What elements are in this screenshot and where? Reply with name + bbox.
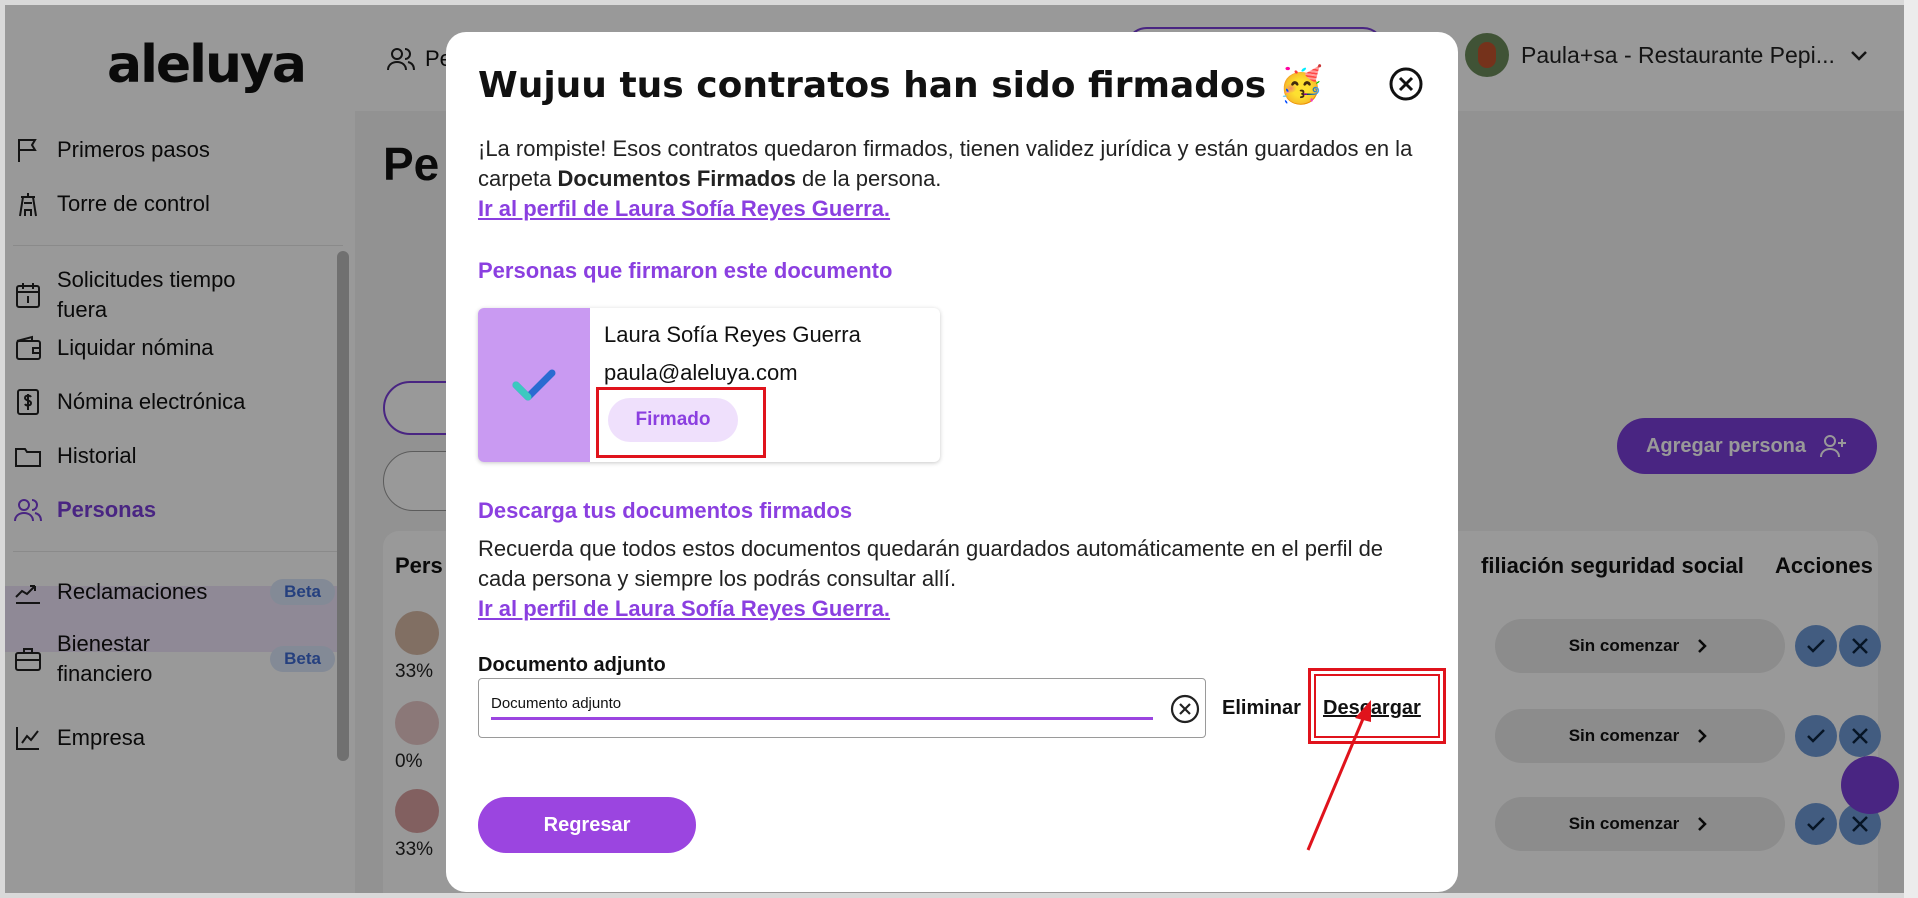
intro-folder-name: Documentos Firmados (557, 166, 796, 191)
modal-title: Wujuu tus contratos han sido firmados 🥳 (478, 65, 1324, 106)
attachment-value: Documento adjunto (491, 695, 622, 712)
close-circle-icon (1170, 694, 1200, 724)
profile-link[interactable]: Ir al perfil de Laura Sofía Reyes Guerra… (478, 196, 890, 221)
profile-link[interactable]: Ir al perfil de Laura Sofía Reyes Guerra… (478, 596, 890, 621)
highlight-box-inner (1314, 674, 1440, 738)
highlight-box (596, 387, 766, 458)
profile-link-row: Ir al perfil de Laura Sofía Reyes Guerra… (478, 194, 1428, 224)
back-button[interactable]: Regresar (478, 797, 696, 853)
window-scrollbar[interactable] (1904, 0, 1918, 898)
highlight-box (1308, 668, 1446, 744)
signer-card-side (478, 308, 590, 462)
close-circle-icon (1389, 67, 1423, 101)
signers-heading: Personas que firmaron este documento (478, 258, 893, 283)
clear-attachment-button[interactable] (1169, 693, 1201, 725)
attachment-field[interactable]: Documento adjunto (478, 678, 1206, 738)
check-icon (512, 369, 556, 401)
signed-contracts-modal: Wujuu tus contratos han sido firmados 🥳 … (446, 32, 1458, 892)
profile-link-row: Ir al perfil de Laura Sofía Reyes Guerra… (478, 594, 1428, 624)
download-heading: Descarga tus documentos firmados (478, 498, 853, 523)
modal-intro: ¡La rompiste! Esos contratos quedaron fi… (478, 134, 1428, 194)
signer-email: paula@aleluya.com (604, 360, 798, 385)
signer-name: Laura Sofía Reyes Guerra (604, 322, 861, 347)
attachment-label: Documento adjunto (478, 654, 666, 676)
attachment-progress (491, 717, 1153, 720)
intro-text-end: de la persona. (795, 166, 942, 191)
delete-button[interactable]: Eliminar (1222, 697, 1301, 720)
close-modal-button[interactable] (1388, 66, 1424, 102)
download-description: Recuerda que todos estos documentos qued… (478, 536, 1384, 591)
